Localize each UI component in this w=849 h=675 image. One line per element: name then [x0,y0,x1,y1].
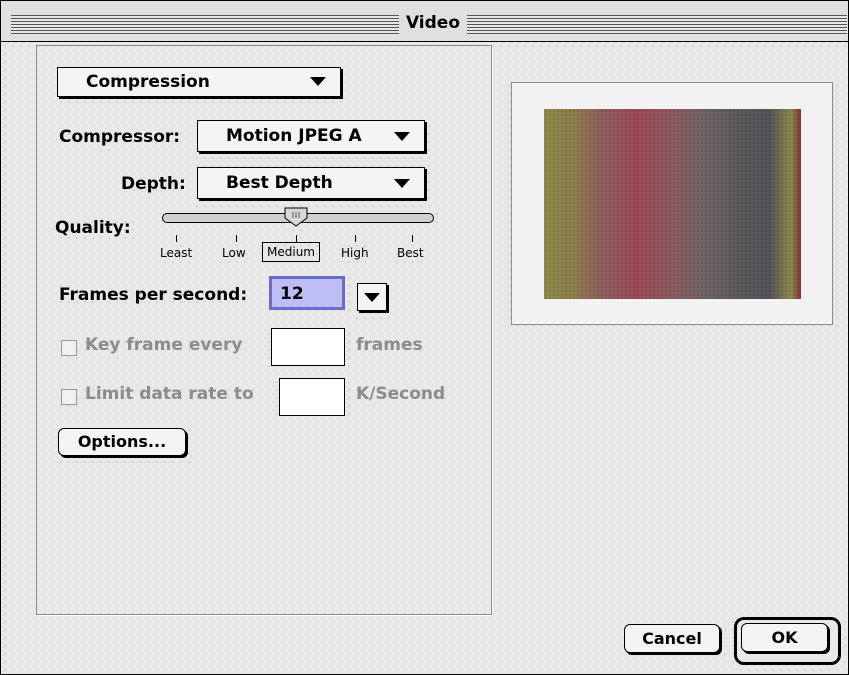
quality-tick-label: High [341,246,369,260]
keyframe-field[interactable] [271,328,345,366]
datarate-label: Limit data rate to [85,384,254,404]
quality-tick-label: Best [397,246,424,260]
compressor-value: Motion JPEG A [226,126,362,146]
chevron-down-icon [394,132,410,141]
quality-tick-label: Least [160,246,193,260]
chevron-down-icon [364,293,380,302]
keyframe-checkbox[interactable] [61,340,77,356]
depth-value: Best Depth [226,173,333,193]
chevron-down-icon [310,77,326,86]
section-popup-label: Compression [86,72,210,92]
compressor-popup[interactable]: Motion JPEG A [197,120,425,152]
window-title: Video [405,13,461,33]
keyframe-label: Key frame every [85,335,243,355]
options-button[interactable]: Options... [58,428,186,456]
keyframe-unit: frames [356,335,423,355]
quality-tick-medium [296,235,297,242]
title-bar[interactable]: Video [1,1,848,42]
quality-tick-best [412,235,413,242]
quality-tick-least [176,235,177,242]
quality-tick-high [355,235,356,242]
title-stripes-left [11,15,399,35]
fps-field[interactable]: 12 [269,276,345,310]
datarate-field[interactable] [279,378,345,416]
section-popup[interactable]: Compression [57,67,341,97]
title-stripes-right [467,15,847,35]
datarate-checkbox[interactable] [61,389,77,405]
chevron-down-icon [394,179,410,188]
depth-label: Depth: [121,174,186,194]
depth-popup[interactable]: Best Depth [197,167,425,199]
ok-button[interactable]: OK [741,623,828,652]
fps-popup[interactable] [357,283,387,311]
quality-tick-low [236,235,237,242]
preview-image-noise [544,109,801,299]
compressor-label: Compressor: [59,127,181,147]
quality-tick-label-selected: Medium [262,242,320,262]
cancel-button[interactable]: Cancel [624,624,720,653]
datarate-unit: K/Second [356,384,446,404]
fps-label: Frames per second: [59,285,248,305]
quality-slider-thumb[interactable] [284,207,308,227]
quality-tick-label: Low [222,246,246,260]
quality-label: Quality: [55,218,131,238]
